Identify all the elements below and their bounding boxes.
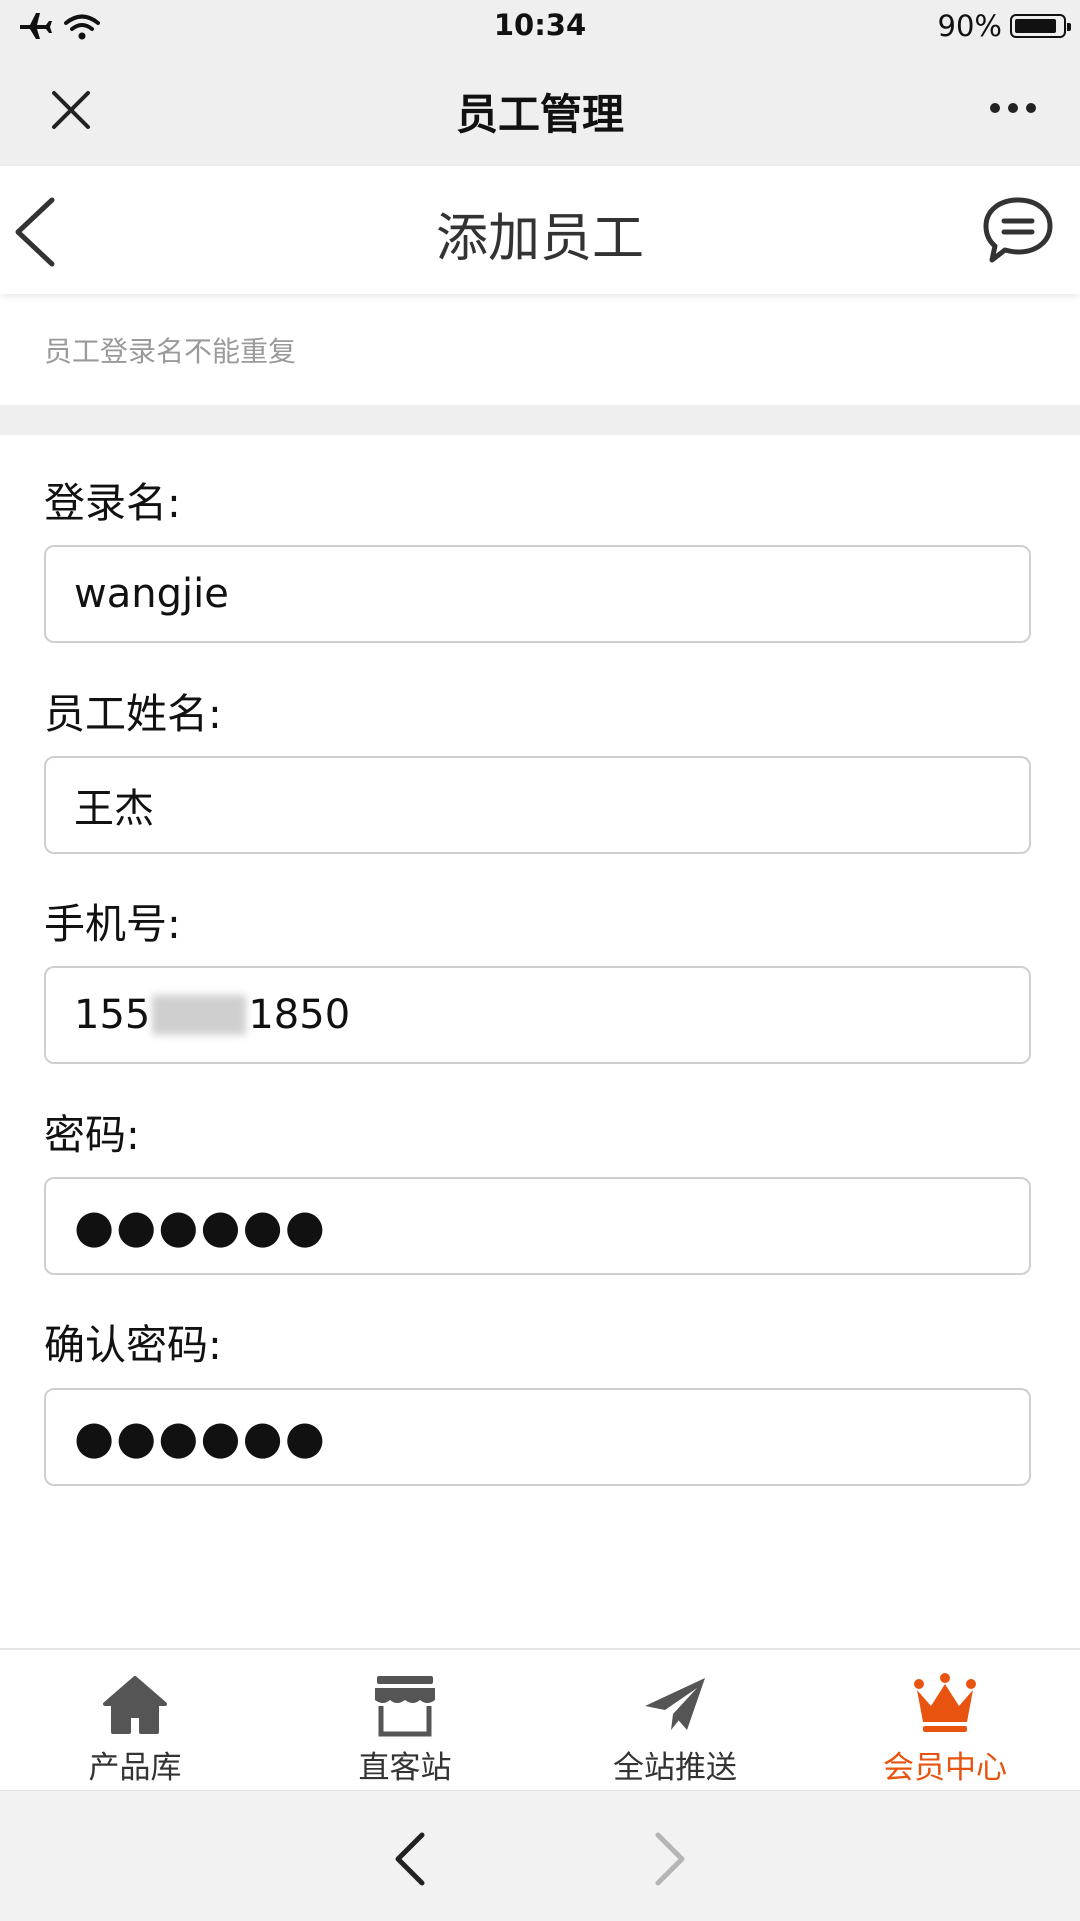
employee-name-label: 员工姓名: — [44, 690, 222, 738]
phone-input[interactable]: 155 1850 — [44, 966, 1031, 1064]
tab-member-center[interactable]: 会员中心 — [810, 1650, 1080, 1790]
page-title: 添加员工 — [435, 209, 644, 269]
tab-site-push[interactable]: 全站推送 — [540, 1650, 810, 1790]
status-time: 10:34 — [493, 8, 587, 42]
bottom-tab-bar: 产品库 直客站 全站推送 会员中心 — [0, 1648, 1080, 1790]
tab-label: 产品库 — [88, 1750, 182, 1786]
password-input[interactable]: ●●●●●● — [44, 1177, 1031, 1275]
wechat-bar-title: 员工管理 — [455, 90, 624, 139]
phone-value-prefix: 155 — [74, 992, 151, 1038]
browser-nav-bar — [0, 1790, 1080, 1921]
confirm-password-label: 确认密码: — [44, 1321, 222, 1369]
tab-label: 直客站 — [358, 1750, 452, 1786]
paper-plane-icon — [645, 1678, 705, 1730]
confirm-password-value: ●●●●●● — [74, 1410, 327, 1464]
nav-forward-icon[interactable] — [652, 1831, 688, 1887]
login-name-input[interactable]: wangjie — [44, 545, 1031, 643]
employee-name-value: 王杰 — [74, 786, 154, 832]
hint-text: 员工登录名不能重复 — [44, 335, 297, 368]
battery-cap — [1067, 23, 1071, 31]
home-icon — [103, 1676, 167, 1734]
login-name-label: 登录名: — [44, 479, 181, 527]
confirm-password-input[interactable]: ●●●●●● — [44, 1388, 1031, 1486]
employee-name-input[interactable]: 王杰 — [44, 756, 1031, 854]
phone-redaction — [152, 995, 247, 1035]
battery-fill — [1015, 19, 1056, 33]
more-icon[interactable] — [990, 103, 1036, 113]
nav-back-icon[interactable] — [392, 1831, 428, 1887]
battery-indicator: 90% — [937, 9, 1071, 43]
phone-value-suffix: 1850 — [248, 992, 351, 1038]
battery-percent: 90% — [937, 9, 1002, 43]
login-name-value: wangjie — [74, 571, 229, 617]
tab-label: 全站推送 — [613, 1750, 737, 1786]
phone-label: 手机号: — [44, 900, 181, 948]
status-bar: 10:34 90% — [0, 0, 1080, 55]
password-value: ●●●●●● — [74, 1199, 327, 1253]
tab-product-library[interactable]: 产品库 — [0, 1650, 270, 1790]
tab-label: 会员中心 — [883, 1750, 1007, 1786]
wechat-title-bar: 员工管理 — [0, 55, 1080, 166]
store-icon — [375, 1676, 435, 1737]
page-header: 添加员工 — [0, 166, 1080, 294]
crown-icon — [914, 1673, 976, 1732]
battery-icon — [1010, 14, 1071, 38]
section-divider — [0, 405, 1080, 435]
chat-bubble-icon[interactable] — [982, 196, 1054, 264]
password-label: 密码: — [44, 1111, 140, 1159]
tab-direct-station[interactable]: 直客站 — [270, 1650, 540, 1790]
